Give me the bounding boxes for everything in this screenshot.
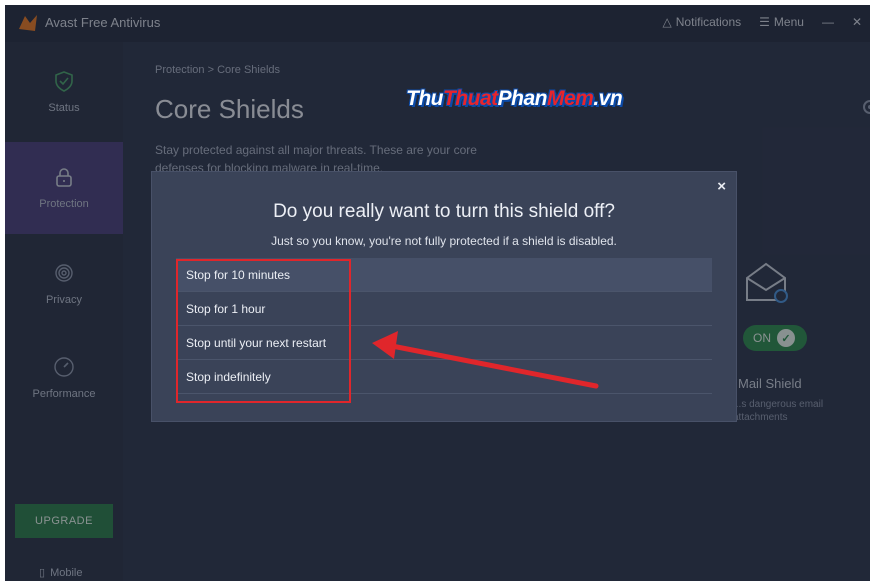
watermark-logo: ThuThuatPhanMem.vn xyxy=(406,87,623,110)
dialog-title: Do you really want to turn this shield o… xyxy=(273,201,615,222)
annotation-highlight-box xyxy=(176,259,351,403)
close-icon[interactable]: × xyxy=(717,178,726,195)
dialog-subtitle: Just so you know, you're not fully prote… xyxy=(271,234,617,248)
